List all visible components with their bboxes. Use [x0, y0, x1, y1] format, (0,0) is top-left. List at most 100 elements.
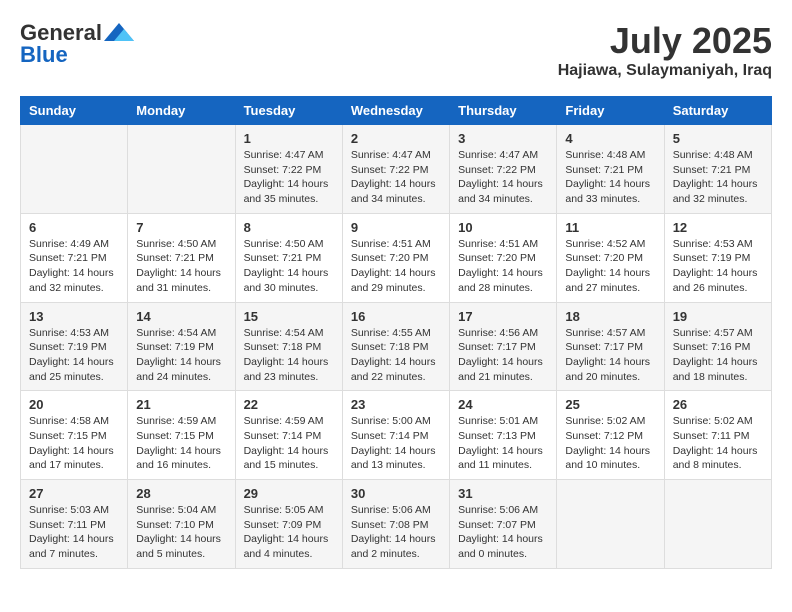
- calendar-cell: 15Sunrise: 4:54 AM Sunset: 7:18 PM Dayli…: [235, 302, 342, 391]
- day-number: 6: [29, 220, 119, 235]
- calendar-cell: 21 Sunrise: 4:59 AM Sunset: 7:15 PM Dayli…: [128, 391, 235, 480]
- day-number: 29: [244, 486, 334, 501]
- cell-content: Sunrise: 4:53 AM Sunset: 7:19 PM Dayligh…: [29, 326, 119, 385]
- cell-content: Sunrise: 4:54 AM Sunset: 7:19 PM Dayligh…: [136, 326, 226, 385]
- calendar-cell: 20 Sunrise: 4:58 AM Sunset: 7:15 PM Dayli…: [21, 391, 128, 480]
- calendar-week-row: 13 Sunrise: 4:53 AM Sunset: 7:19 PM Dayli…: [21, 302, 772, 391]
- cell-content: Sunrise: 5:06 AM Sunset: 7:07 PM Dayligh…: [458, 503, 548, 562]
- day-number: 13: [29, 309, 119, 324]
- calendar-cell: 12Sunrise: 4:53 AM Sunset: 7:19 PM Dayli…: [664, 213, 771, 302]
- logo-blue-text: Blue: [20, 42, 68, 68]
- cell-content: Sunrise: 4:50 AM Sunset: 7:21 PM Dayligh…: [136, 237, 226, 296]
- calendar-cell: 17 Sunrise: 4:56 AM Sunset: 7:17 PM Dayli…: [450, 302, 557, 391]
- calendar-cell: 9 Sunrise: 4:51 AM Sunset: 7:20 PM Daylig…: [342, 213, 449, 302]
- day-number: 21: [136, 397, 226, 412]
- day-number: 4: [565, 131, 655, 146]
- calendar-cell: 6 Sunrise: 4:49 AM Sunset: 7:21 PM Daylig…: [21, 213, 128, 302]
- day-number: 28: [136, 486, 226, 501]
- cell-content: Sunrise: 4:54 AM Sunset: 7:18 PM Dayligh…: [244, 326, 334, 385]
- cell-content: Sunrise: 4:47 AM Sunset: 7:22 PM Dayligh…: [458, 148, 548, 207]
- cell-content: Sunrise: 4:48 AM Sunset: 7:21 PM Dayligh…: [565, 148, 655, 207]
- cell-content: Sunrise: 4:50 AM Sunset: 7:21 PM Dayligh…: [244, 237, 334, 296]
- day-number: 8: [244, 220, 334, 235]
- logo: General Blue: [20, 20, 134, 68]
- calendar-cell: 5 Sunrise: 4:48 AM Sunset: 7:21 PM Daylig…: [664, 125, 771, 214]
- cell-content: Sunrise: 4:48 AM Sunset: 7:21 PM Dayligh…: [673, 148, 763, 207]
- calendar-table: SundayMondayTuesdayWednesdayThursdayFrid…: [20, 96, 772, 569]
- day-number: 26: [673, 397, 763, 412]
- calendar-cell: 14 Sunrise: 4:54 AM Sunset: 7:19 PM Dayli…: [128, 302, 235, 391]
- cell-content: Sunrise: 4:58 AM Sunset: 7:15 PM Dayligh…: [29, 414, 119, 473]
- cell-content: Sunrise: 5:03 AM Sunset: 7:11 PM Dayligh…: [29, 503, 119, 562]
- calendar-cell: 16 Sunrise: 4:55 AM Sunset: 7:18 PM Dayli…: [342, 302, 449, 391]
- day-number: 1: [244, 131, 334, 146]
- calendar-cell: 23 Sunrise: 5:00 AM Sunset: 7:14 PM Dayli…: [342, 391, 449, 480]
- calendar-cell: 29 Sunrise: 5:05 AM Sunset: 7:09 PM Dayli…: [235, 480, 342, 569]
- location-title: Hajiawa, Sulaymaniyah, Iraq: [558, 62, 772, 80]
- cell-content: Sunrise: 5:02 AM Sunset: 7:11 PM Dayligh…: [673, 414, 763, 473]
- day-number: 31: [458, 486, 548, 501]
- calendar-cell: [21, 125, 128, 214]
- day-number: 17: [458, 309, 548, 324]
- weekday-header-thursday: Thursday: [450, 97, 557, 125]
- title-area: July 2025 Hajiawa, Sulaymaniyah, Iraq: [558, 20, 772, 80]
- weekday-header-monday: Monday: [128, 97, 235, 125]
- month-title: July 2025: [558, 20, 772, 62]
- weekday-header-saturday: Saturday: [664, 97, 771, 125]
- calendar-cell: 30Sunrise: 5:06 AM Sunset: 7:08 PM Dayli…: [342, 480, 449, 569]
- day-number: 2: [351, 131, 441, 146]
- calendar-cell: 26 Sunrise: 5:02 AM Sunset: 7:11 PM Dayli…: [664, 391, 771, 480]
- calendar-cell: 2 Sunrise: 4:47 AM Sunset: 7:22 PM Daylig…: [342, 125, 449, 214]
- cell-content: Sunrise: 4:51 AM Sunset: 7:20 PM Dayligh…: [458, 237, 548, 296]
- day-number: 27: [29, 486, 119, 501]
- calendar-cell: 31 Sunrise: 5:06 AM Sunset: 7:07 PM Dayli…: [450, 480, 557, 569]
- page-header: General Blue July 2025 Hajiawa, Sulayman…: [20, 20, 772, 80]
- day-number: 30: [351, 486, 441, 501]
- day-number: 10: [458, 220, 548, 235]
- calendar-cell: 8 Sunrise: 4:50 AM Sunset: 7:21 PM Daylig…: [235, 213, 342, 302]
- calendar-header-row: SundayMondayTuesdayWednesdayThursdayFrid…: [21, 97, 772, 125]
- day-number: 22: [244, 397, 334, 412]
- cell-content: Sunrise: 4:47 AM Sunset: 7:22 PM Dayligh…: [351, 148, 441, 207]
- cell-content: Sunrise: 4:56 AM Sunset: 7:17 PM Dayligh…: [458, 326, 548, 385]
- day-number: 16: [351, 309, 441, 324]
- calendar-week-row: 27 Sunrise: 5:03 AM Sunset: 7:11 PM Dayli…: [21, 480, 772, 569]
- day-number: 9: [351, 220, 441, 235]
- logo-icon: [104, 21, 134, 45]
- cell-content: Sunrise: 5:02 AM Sunset: 7:12 PM Dayligh…: [565, 414, 655, 473]
- cell-content: Sunrise: 4:57 AM Sunset: 7:16 PM Dayligh…: [673, 326, 763, 385]
- day-number: 11: [565, 220, 655, 235]
- cell-content: Sunrise: 4:52 AM Sunset: 7:20 PM Dayligh…: [565, 237, 655, 296]
- calendar-cell: 28 Sunrise: 5:04 AM Sunset: 7:10 PM Dayli…: [128, 480, 235, 569]
- cell-content: Sunrise: 4:59 AM Sunset: 7:15 PM Dayligh…: [136, 414, 226, 473]
- weekday-header-wednesday: Wednesday: [342, 97, 449, 125]
- calendar-cell: 19 Sunrise: 4:57 AM Sunset: 7:16 PM Dayli…: [664, 302, 771, 391]
- day-number: 5: [673, 131, 763, 146]
- calendar-cell: 7Sunrise: 4:50 AM Sunset: 7:21 PM Daylig…: [128, 213, 235, 302]
- day-number: 12: [673, 220, 763, 235]
- cell-content: Sunrise: 5:01 AM Sunset: 7:13 PM Dayligh…: [458, 414, 548, 473]
- calendar-cell: 1Sunrise: 4:47 AM Sunset: 7:22 PM Daylig…: [235, 125, 342, 214]
- cell-content: Sunrise: 4:49 AM Sunset: 7:21 PM Dayligh…: [29, 237, 119, 296]
- day-number: 18: [565, 309, 655, 324]
- calendar-cell: [557, 480, 664, 569]
- day-number: 23: [351, 397, 441, 412]
- cell-content: Sunrise: 5:00 AM Sunset: 7:14 PM Dayligh…: [351, 414, 441, 473]
- day-number: 25: [565, 397, 655, 412]
- day-number: 20: [29, 397, 119, 412]
- calendar-cell: 27 Sunrise: 5:03 AM Sunset: 7:11 PM Dayli…: [21, 480, 128, 569]
- cell-content: Sunrise: 4:51 AM Sunset: 7:20 PM Dayligh…: [351, 237, 441, 296]
- day-number: 14: [136, 309, 226, 324]
- calendar-cell: 11 Sunrise: 4:52 AM Sunset: 7:20 PM Dayli…: [557, 213, 664, 302]
- calendar-cell: 25 Sunrise: 5:02 AM Sunset: 7:12 PM Dayli…: [557, 391, 664, 480]
- cell-content: Sunrise: 4:55 AM Sunset: 7:18 PM Dayligh…: [351, 326, 441, 385]
- day-number: 3: [458, 131, 548, 146]
- day-number: 19: [673, 309, 763, 324]
- calendar-cell: [664, 480, 771, 569]
- weekday-header-tuesday: Tuesday: [235, 97, 342, 125]
- cell-content: Sunrise: 5:05 AM Sunset: 7:09 PM Dayligh…: [244, 503, 334, 562]
- cell-content: Sunrise: 4:59 AM Sunset: 7:14 PM Dayligh…: [244, 414, 334, 473]
- cell-content: Sunrise: 5:04 AM Sunset: 7:10 PM Dayligh…: [136, 503, 226, 562]
- calendar-cell: 13 Sunrise: 4:53 AM Sunset: 7:19 PM Dayli…: [21, 302, 128, 391]
- calendar-cell: 22 Sunrise: 4:59 AM Sunset: 7:14 PM Dayli…: [235, 391, 342, 480]
